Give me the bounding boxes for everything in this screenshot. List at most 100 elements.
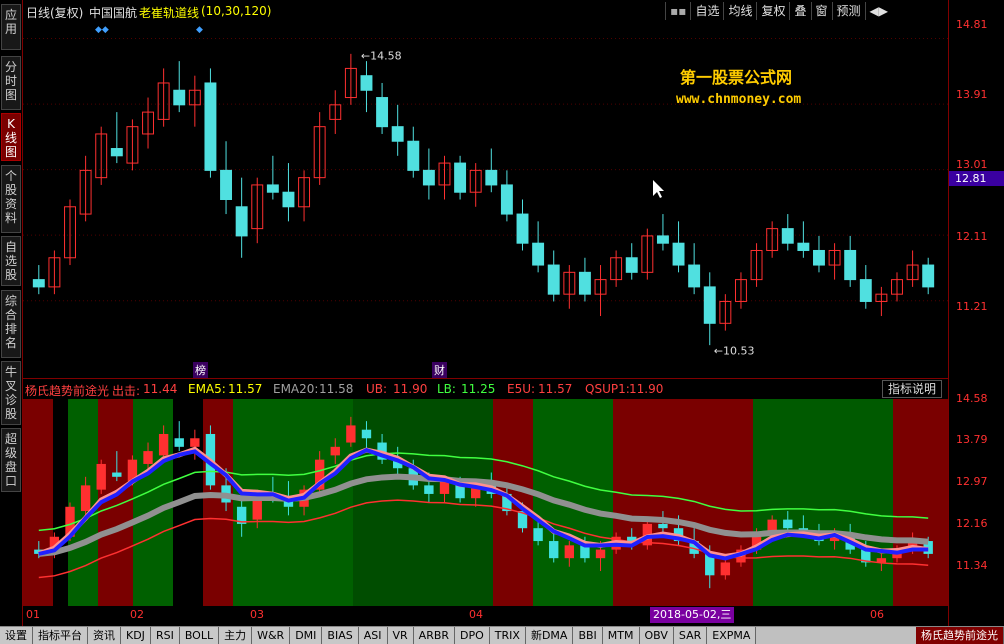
bottom-tab[interactable]: 新DMA — [525, 627, 574, 644]
bottom-tab[interactable]: ARBR — [413, 627, 456, 644]
overlay-button[interactable]: 叠 — [789, 2, 811, 20]
indicator-chart[interactable] — [23, 399, 948, 606]
date-tick: 01 — [26, 608, 40, 621]
indicator-name[interactable]: 老崔轨道线 — [139, 4, 199, 21]
bottom-tab[interactable]: 主力 — [219, 627, 253, 644]
candle-body — [703, 286, 716, 324]
indicator-bar — [720, 562, 731, 576]
watchlist-button[interactable]: 自选 — [690, 2, 724, 20]
moving-average-button[interactable]: 均线 — [723, 2, 757, 20]
date-axis: 01 02 03 04 06 — [23, 606, 948, 624]
bottom-tab[interactable]: DPO — [455, 627, 490, 644]
mouse-cursor-icon — [653, 180, 664, 198]
candle-body — [813, 249, 825, 266]
candle-body — [235, 206, 248, 237]
candle-body — [376, 97, 389, 128]
candle-body — [204, 82, 217, 171]
period-label[interactable]: 日线(复权) — [26, 4, 83, 21]
bottom-tab[interactable]: VR — [387, 627, 414, 644]
indicator-tick: 11.34 — [956, 559, 988, 572]
candle-body — [282, 191, 295, 208]
indicator-title[interactable]: 杨氏趋势前途光 — [25, 382, 109, 399]
signal-band — [23, 399, 53, 606]
signal-band — [533, 399, 613, 606]
indicator-bar — [80, 485, 91, 512]
event-mark-finance[interactable]: 财 — [432, 362, 447, 378]
bottom-tab[interactable]: 设置 — [0, 627, 33, 644]
restore-rights-button[interactable]: 复权 — [756, 2, 790, 20]
event-mark-board[interactable]: 榜 — [193, 362, 208, 378]
sidebar-tab-kline[interactable]: K线图 — [1, 113, 21, 161]
ind-value-ema20: 11.58 — [319, 382, 354, 396]
ind-label-qsup1: QSUP1: — [585, 382, 630, 396]
ind-value-ub: 11.90 — [393, 382, 428, 396]
price-tick: 14.81 — [956, 18, 988, 31]
arrows-icon[interactable]: ◀▶ — [864, 2, 892, 20]
sidebar-tab-stock-info[interactable]: 个股资料 — [1, 165, 21, 233]
sidebar-tab-app[interactable]: 应用 — [1, 4, 21, 50]
sidebar-tab-intraday[interactable]: 分时图 — [1, 56, 21, 110]
sidebar-tab-ranking[interactable]: 综合排名 — [1, 290, 21, 358]
candle-body — [500, 184, 513, 215]
bottom-tab[interactable]: 杨氏趋势前途光 — [916, 627, 1004, 644]
signal-band — [613, 399, 753, 606]
sidebar-tab-diagnosis[interactable]: 牛叉诊股 — [1, 361, 21, 425]
left-sidebar: 应用 分时图 K线图 个股资料 自选股 综合排名 牛叉诊股 超级盘口 — [0, 0, 23, 626]
candle-body — [781, 228, 794, 244]
bottom-tab[interactable]: ASI — [358, 627, 388, 644]
bottom-tab[interactable]: BOLL — [179, 627, 220, 644]
indicator-bar — [783, 519, 793, 529]
bottom-tab[interactable]: 指标平台 — [33, 627, 88, 644]
menu-icon[interactable]: ▪▪ — [665, 2, 691, 20]
bottom-tab[interactable]: KDJ — [121, 627, 151, 644]
indicator-bar — [330, 446, 340, 456]
candle-body — [656, 235, 669, 244]
indicator-tick: 13.79 — [956, 433, 988, 446]
indicator-info-bar: 杨氏趋势前途光 出击: 11.44 EMA5: 11.57 EMA20: 11.… — [23, 378, 948, 400]
bottom-tab[interactable]: SAR — [673, 627, 708, 644]
price-tick: 13.01 — [956, 158, 988, 171]
sidebar-tab-watchlist[interactable]: 自选股 — [1, 236, 21, 286]
candle-body — [407, 140, 420, 171]
candle-body — [173, 89, 186, 106]
date-tick: 03 — [250, 608, 264, 621]
bottom-tab[interactable]: DMI — [290, 627, 323, 644]
date-tick: 02 — [130, 608, 144, 621]
bottom-tab[interactable]: W&R — [252, 627, 291, 644]
candle-body — [532, 242, 545, 266]
indicator-bar — [564, 545, 574, 559]
bottom-tab[interactable]: BBI — [573, 627, 603, 644]
indicator-bar — [346, 425, 356, 443]
signal-band — [133, 399, 173, 606]
candle-body — [688, 264, 701, 288]
toolbar-buttons: ▪▪ 自选 均线 复权 叠 窗 预测 ◀▶ — [665, 2, 892, 20]
indicator-tick: 14.58 — [956, 392, 988, 405]
candle-body — [922, 264, 935, 288]
ind-value-attack: 11.44 — [143, 382, 178, 396]
sidebar-tab-super-panel[interactable]: 超级盘口 — [1, 428, 21, 492]
ind-label-ub: UB: — [366, 382, 388, 396]
current-price-label: 12.81 — [949, 171, 1004, 186]
bottom-tab[interactable]: RSI — [150, 627, 180, 644]
indicator-bar — [96, 463, 106, 490]
candle-body — [625, 257, 638, 273]
bottom-tab[interactable]: 资讯 — [88, 627, 121, 644]
forecast-button[interactable]: 预测 — [831, 2, 865, 20]
window-button[interactable]: 窗 — [810, 2, 832, 20]
bottom-tab[interactable]: MTM — [602, 627, 640, 644]
bottom-tab[interactable]: EXPMA — [707, 627, 757, 644]
indicator-bar — [143, 451, 153, 464]
ind-value-e5u: 11.57 — [538, 382, 573, 396]
indicator-help-button[interactable]: 指标说明 — [881, 380, 942, 398]
candle-body — [547, 264, 560, 295]
signal-band — [893, 399, 948, 606]
candle-body — [454, 162, 467, 193]
kline-chart[interactable]: ←14.58←10.53◆◆ ◆ — [23, 22, 948, 377]
bottom-tab[interactable]: BIAS — [322, 627, 359, 644]
diamond-mark: ◆◆ — [95, 25, 109, 35]
bottom-tab[interactable]: TRIX — [489, 627, 526, 644]
bottom-tab[interactable]: OBV — [639, 627, 674, 644]
ind-value-lb: 11.25 — [461, 382, 496, 396]
indicator-tab-bar: 设置 指标平台 资讯 KDJ RSI BOLL 主力 W&R DMI BIAS ASI VR ARBR D… — [0, 626, 1004, 644]
candle-body — [797, 242, 810, 251]
